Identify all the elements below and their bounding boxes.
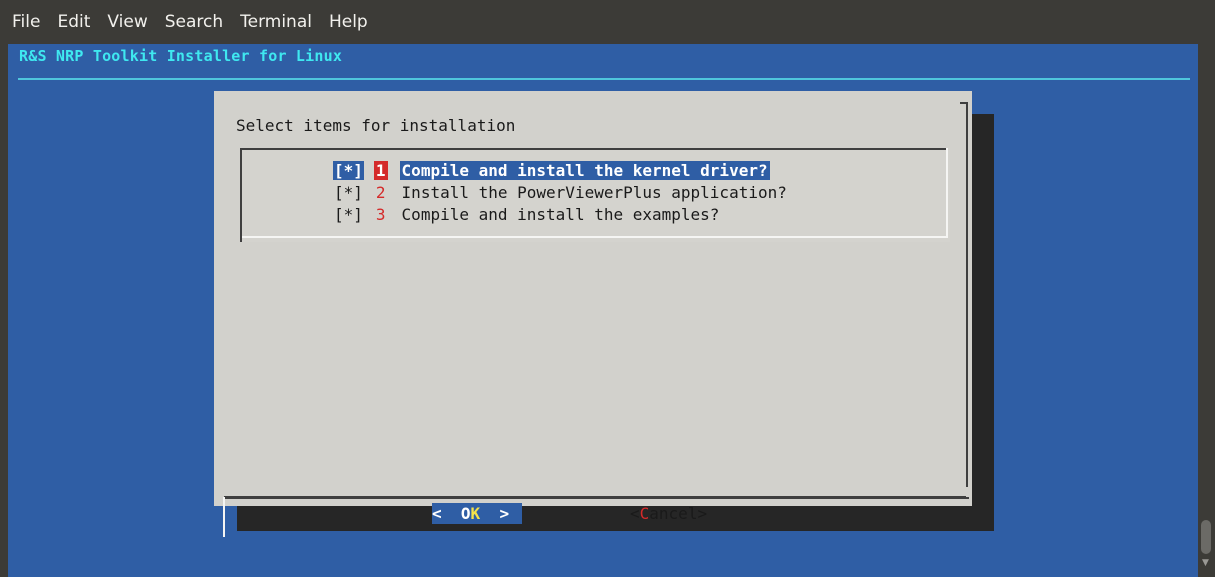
item-tag-1: 1 [373,160,388,180]
cancel-button-prefix: < [630,504,640,523]
checklist-item-1[interactable]: [*] 1 Compile and install the kernel dri… [333,159,770,181]
terminal-window: File Edit View Search Terminal Help R&S … [0,0,1215,577]
cancel-button-hotkey: C [639,504,650,523]
scrollbar-thumb[interactable] [1201,520,1211,554]
ok-button-suffix: > [480,504,510,523]
item-tag-2: 2 [375,182,386,202]
installer-title: R&S NRP Toolkit Installer for Linux [19,47,343,65]
list-border-left [240,148,242,242]
item-label-3: Compile and install the examples? [401,204,720,224]
checklist-item-3[interactable]: [*] 3 Compile and install the examples? [333,203,721,225]
item-label-2: Install the PowerViewerPlus application? [401,182,787,202]
item-label-1: Compile and install the kernel driver? [399,160,770,180]
menu-help[interactable]: Help [329,12,368,32]
menu-view[interactable]: View [107,12,147,32]
list-border-bottom [242,236,946,238]
menu-edit[interactable]: Edit [57,12,90,32]
title-rule [18,78,1190,80]
ok-button[interactable]: < OK > [432,503,522,524]
checkbox-1[interactable]: [*] [333,160,364,180]
dialog-border-tick [960,102,968,104]
dialog-border-right [966,102,968,487]
menu-terminal[interactable]: Terminal [240,12,312,32]
terminal-scrollbar[interactable]: ▼ [1198,44,1215,577]
item-tag-3: 3 [375,204,386,224]
checkbox-3[interactable]: [*] [333,205,364,224]
installation-dialog: Select items for installation [*] 1 Comp… [214,91,972,537]
ok-button-prefix: < O [432,504,471,523]
cancel-button[interactable]: < Cancel> [630,503,707,524]
button-bar-left-edge [223,497,225,537]
checkbox-2[interactable]: [*] [333,183,364,202]
list-border-top [240,148,946,150]
list-border-right [946,148,948,238]
dialog-prompt: Select items for installation [236,116,516,135]
menu-bar: File Edit View Search Terminal Help [0,0,1215,44]
checklist-box: [*] 1 Compile and install the kernel dri… [240,148,950,242]
cancel-button-suffix: ancel> [649,504,708,523]
ok-button-hotkey: K [470,504,481,523]
checklist-item-2[interactable]: [*] 2 Install the PowerViewerPlus applic… [333,181,789,203]
menu-search[interactable]: Search [165,12,223,32]
menu-file[interactable]: File [12,12,40,32]
button-bar-separator [223,497,969,499]
scroll-down-icon[interactable]: ▼ [1202,559,1209,568]
terminal-area[interactable]: R&S NRP Toolkit Installer for Linux Sele… [8,44,1198,577]
